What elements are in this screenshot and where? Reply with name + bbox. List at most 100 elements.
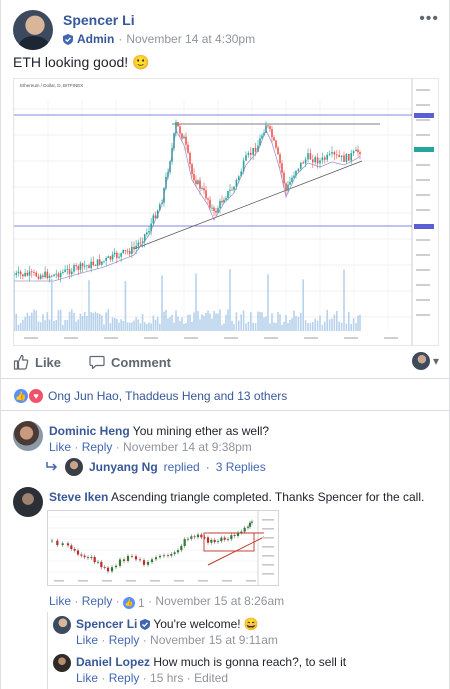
candle-body [96,259,99,266]
reply-avatar[interactable] [53,654,71,672]
triangle-chart [48,511,278,585]
time-axis-tick [102,580,112,582]
candle-body [261,135,263,139]
candle-body [103,567,106,568]
price-axis-tick [416,194,430,196]
author-avatar[interactable] [13,10,53,50]
commenter-avatar[interactable] [13,487,43,517]
candle-body [17,271,20,273]
volume-bar [187,314,189,331]
candle-body [158,555,162,558]
author-name[interactable]: Spencer Li [63,12,135,28]
candle-body [28,271,31,276]
comment-reply-link[interactable]: Reply [82,440,113,454]
candle-body [203,188,205,191]
volume-bar [275,322,277,331]
candle-body [116,252,118,258]
comment-timestamp[interactable]: November 14 at 9:38pm [123,440,252,454]
candle-body [185,136,187,145]
candle-body [86,557,90,558]
price-axis-tick [416,269,430,271]
price-axis-tick [416,284,430,286]
reply-reply-link[interactable]: Reply [109,633,140,647]
time-axis-tick [384,337,398,339]
price-axis-tick [416,179,430,181]
volume-bar [189,314,191,331]
candle-body [223,537,226,540]
volume-bar [143,322,146,331]
comment-like-link[interactable]: Like [49,440,71,454]
love-reaction-icon: ♥ [28,388,44,404]
candle-body [307,153,309,160]
volume-bar [223,323,225,331]
reply-text: You're welcome! 😄 [153,617,259,631]
author-role[interactable]: Admin [77,32,114,46]
more-options-icon[interactable]: ••• [419,10,439,28]
candle-body [133,246,135,249]
price-axis-tick [416,164,430,166]
volume-bar [171,314,173,331]
time-axis-tick [144,337,158,339]
candle-body [245,155,247,161]
commenter-name[interactable]: Dominic Heng [49,424,130,438]
reply-author-name[interactable]: Spencer Li [76,617,137,631]
volume-bar [179,321,181,331]
volume-bar [88,280,90,331]
candle-body [243,527,246,532]
comment-reaction-count[interactable]: 👍 1 [123,596,145,610]
candle-body [22,274,24,277]
candle-body [146,562,150,565]
volume-bar [105,312,107,331]
reactions-names[interactable]: Ong Jun Hao, Thaddeus Heng and 13 others [48,389,287,403]
volume-bar [137,319,140,331]
candle-body [105,257,107,261]
candle-body [345,153,348,162]
candle-body [19,271,22,275]
volume-bar [300,312,302,331]
reply-timestamp[interactable]: November 15 at 9:11am [150,633,278,647]
comment-button[interactable]: Comment [89,354,171,370]
reply-edited-label[interactable]: Edited [194,671,228,685]
post-chart-image[interactable]: Ethereum / Dollar, D, BITFINEX [13,78,439,346]
viewer-selector[interactable]: ▾ [411,352,439,370]
volume-bar [259,312,261,331]
candle-body [66,269,69,270]
post-meta: Admin · November 14 at 4:30pm [63,32,255,46]
candle-body [283,172,285,184]
volume-bar [75,321,77,331]
volume-bar [50,278,53,331]
reply-like-link[interactable]: Like [76,671,98,685]
reply-author-name[interactable]: Daniel Lopez [76,655,150,669]
candle-body [15,272,18,275]
reply-timestamp[interactable]: 15 hrs [150,671,183,685]
candle-body [200,534,203,538]
candle-body [55,273,58,275]
comment-chart-image[interactable] [47,510,279,586]
view-replies[interactable]: Junyang Ng replied · 3 Replies [45,458,266,476]
candle-body [62,271,64,273]
thumbs-up-icon [13,354,29,370]
comment-like-link[interactable]: Like [49,594,71,608]
reactions-summary[interactable]: 👍 ♥ Ong Jun Hao, Thaddeus Heng and 13 ot… [13,388,287,404]
comment-timestamp[interactable]: November 15 at 8:26am [155,594,284,608]
volume-bar [111,317,114,331]
volume-bar [103,324,105,331]
volume-bar [209,313,211,331]
commenter-avatar[interactable] [13,421,43,451]
like-button[interactable]: Like [13,354,61,370]
comment-reply-link[interactable]: Reply [82,594,113,608]
candle-body [203,537,206,539]
volume-bar [113,317,116,331]
reply-reply-link[interactable]: Reply [109,671,140,685]
time-axis-tick [198,580,208,582]
post-timestamp[interactable]: November 14 at 4:30pm [126,32,255,46]
commenter-name[interactable]: Steve Iken [49,490,108,504]
like-reaction-icon: 👍 [123,597,136,609]
candle-body [110,567,114,572]
candle-body [96,561,100,563]
candle-body [53,274,55,277]
reply-like-link[interactable]: Like [76,633,98,647]
candle-body [128,251,131,254]
reply-avatar[interactable] [53,616,71,634]
price-axis-tick [416,314,430,316]
